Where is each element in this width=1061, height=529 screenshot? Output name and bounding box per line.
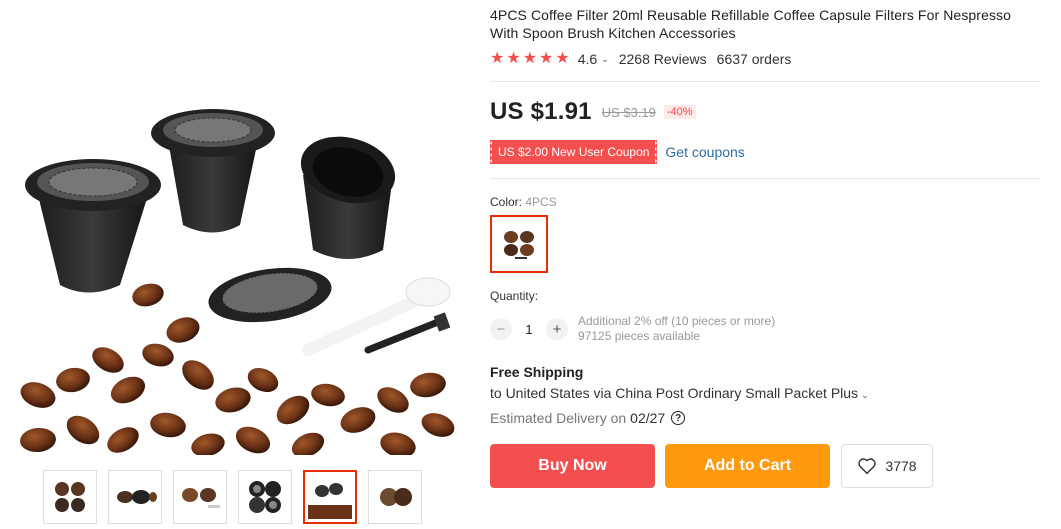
star-icon: ★ bbox=[539, 50, 554, 67]
action-buttons: Buy Now Add to Cart 3778 bbox=[490, 444, 1042, 488]
thumbnail-4[interactable] bbox=[238, 470, 292, 524]
decrement-button[interactable]: − bbox=[490, 318, 512, 340]
product-info-panel: 4PCS Coffee Filter 20ml Reusable Refilla… bbox=[488, 0, 1042, 488]
bulk-discount-note: Additional 2% off (10 pieces or more) bbox=[578, 314, 776, 328]
thumbnail-3[interactable] bbox=[173, 470, 227, 524]
divider bbox=[490, 178, 1040, 179]
delivery-estimate: Estimated Delivery on 02/27 ? bbox=[490, 410, 1042, 426]
thumb-capsules-beans-icon bbox=[308, 483, 352, 519]
color-value: 4PCS bbox=[525, 195, 557, 209]
delivery-label: Estimated Delivery on bbox=[490, 410, 627, 426]
divider bbox=[490, 81, 1040, 82]
stock-available: 97125 pieces available bbox=[578, 329, 701, 343]
reviews-link[interactable]: 2268 Reviews bbox=[619, 51, 707, 67]
orders-count: 6637 orders bbox=[716, 51, 792, 67]
rating-row: ★ ★ ★ ★ ★ 4.6 ⌄ 2268 Reviews 6637 orders bbox=[490, 51, 1042, 68]
thumbnail-6[interactable] bbox=[368, 470, 422, 524]
thumbnail-2[interactable] bbox=[108, 470, 162, 524]
color-label: Color: 4PCS bbox=[490, 195, 1042, 209]
thumbnail-strip bbox=[43, 470, 422, 524]
thumb-capsules-icon bbox=[182, 488, 220, 508]
star-rating: ★ ★ ★ ★ ★ bbox=[490, 51, 570, 67]
coupon-badge[interactable]: US $2.00 New User Coupon bbox=[488, 140, 658, 164]
quantity-label: Quantity: bbox=[490, 289, 539, 303]
swatch-capsules-icon bbox=[504, 231, 534, 259]
thumb-capsules-icon bbox=[55, 482, 85, 512]
shipping-detail[interactable]: to United States via China Post Ordinary… bbox=[490, 385, 1042, 401]
chevron-down-icon[interactable]: ⌄ bbox=[601, 54, 609, 65]
shipping-method: to United States via China Post Ordinary… bbox=[490, 385, 859, 401]
star-icon: ★ bbox=[522, 50, 538, 67]
thumbnail-5[interactable] bbox=[303, 470, 357, 524]
thumb-capsules-icon bbox=[117, 490, 157, 504]
star-icon: ★ bbox=[506, 50, 521, 67]
discount-badge: -40% bbox=[663, 105, 696, 119]
color-swatch-4pcs[interactable] bbox=[490, 215, 548, 273]
delivery-date: 02/27 bbox=[630, 410, 666, 426]
star-icon: ★ bbox=[490, 50, 505, 67]
chevron-down-icon: ⌄ bbox=[861, 390, 869, 400]
color-label-text: Color: bbox=[490, 195, 523, 209]
current-price: US $1.91 bbox=[490, 98, 592, 125]
get-coupons-link[interactable]: Get coupons bbox=[665, 144, 744, 160]
wishlist-button[interactable]: 3778 bbox=[841, 444, 933, 488]
heart-icon bbox=[858, 458, 877, 475]
help-icon[interactable]: ? bbox=[671, 411, 686, 425]
quantity-note: Additional 2% off (10 pieces or more) 97… bbox=[578, 314, 775, 344]
star-icon: ★ bbox=[555, 50, 570, 67]
quantity-stepper: − + Additional 2% off (10 pieces or more… bbox=[490, 314, 1042, 344]
increment-button[interactable]: + bbox=[546, 318, 568, 340]
thumb-filters-icon bbox=[249, 481, 281, 513]
original-price: US $3.19 bbox=[601, 104, 656, 120]
shipping-title: Free Shipping bbox=[490, 364, 584, 380]
buy-now-button[interactable]: Buy Now bbox=[490, 444, 655, 488]
thumb-capsules-icon bbox=[380, 488, 412, 506]
coupon-row: US $2.00 New User Coupon Get coupons bbox=[488, 140, 1042, 164]
wishlist-count: 3778 bbox=[885, 458, 917, 474]
main-product-image[interactable] bbox=[8, 0, 458, 455]
add-to-cart-button[interactable]: Add to Cart bbox=[665, 444, 830, 488]
product-title: 4PCS Coffee Filter 20ml Reusable Refilla… bbox=[490, 7, 1012, 41]
price-row: US $1.91 US $3.19 -40% bbox=[490, 98, 1042, 126]
rating-value[interactable]: 4.6 bbox=[578, 51, 597, 67]
thumbnail-1[interactable] bbox=[43, 470, 97, 524]
quantity-input[interactable] bbox=[512, 321, 546, 337]
product-photo-icon bbox=[20, 109, 455, 455]
